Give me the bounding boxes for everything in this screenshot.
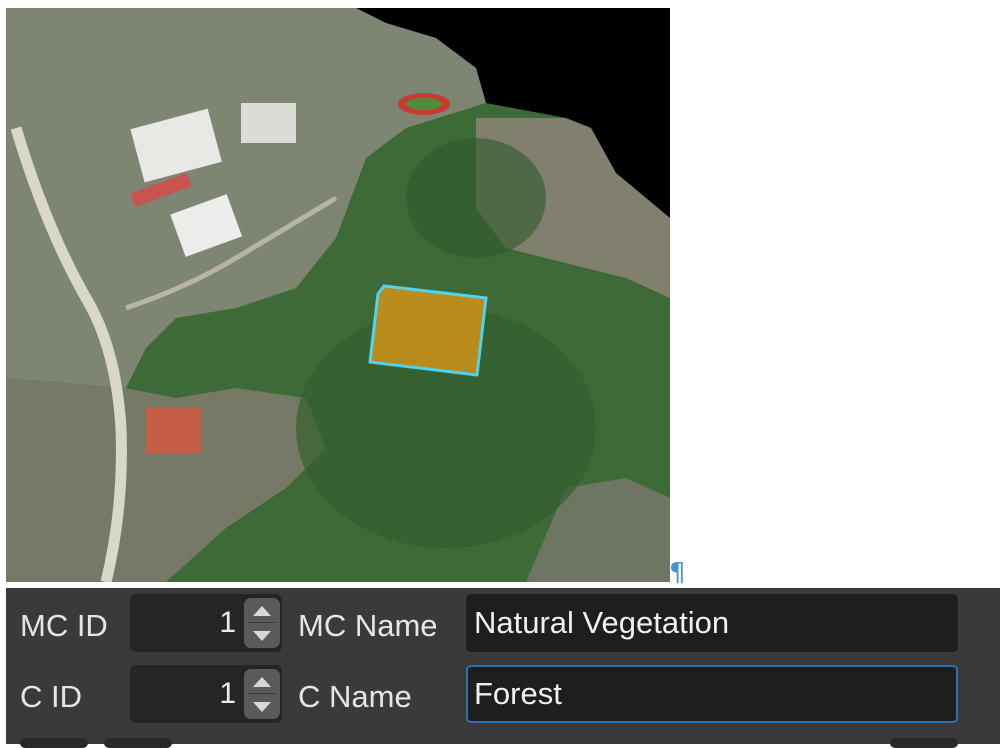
increment-button[interactable] <box>244 669 280 694</box>
c-id-spinbox[interactable]: 1 <box>130 665 282 723</box>
partial-button[interactable] <box>20 738 88 748</box>
selected-polygon[interactable] <box>368 284 488 377</box>
c-id-label: C ID <box>20 679 82 714</box>
chevron-up-icon <box>253 605 271 616</box>
track-field <box>406 98 442 110</box>
red-roof <box>146 408 201 453</box>
partial-button[interactable] <box>890 738 958 748</box>
mc-name-field[interactable]: Natural Vegetation <box>466 594 958 652</box>
pilcrow-mark: ¶ <box>669 558 686 588</box>
decrement-button[interactable] <box>244 694 280 719</box>
attribute-panel: MC ID 1 MC Name Natural Vegetation C ID … <box>6 588 1000 748</box>
forest-patch <box>406 138 546 258</box>
mc-id-label: MC ID <box>20 608 108 643</box>
c-id-value[interactable]: 1 <box>219 677 236 711</box>
mc-id-value[interactable]: 1 <box>219 606 236 640</box>
c-id-stepper[interactable] <box>244 669 280 719</box>
chevron-down-icon <box>253 701 271 712</box>
decrement-button[interactable] <box>244 623 280 648</box>
increment-button[interactable] <box>244 598 280 623</box>
partial-button[interactable] <box>104 738 172 748</box>
mc-name-label: MC Name <box>298 608 438 643</box>
mc-id-stepper[interactable] <box>244 598 280 648</box>
chevron-down-icon <box>253 630 271 641</box>
c-name-field[interactable]: Forest <box>466 665 958 723</box>
chevron-up-icon <box>253 676 271 687</box>
satellite-map[interactable] <box>6 8 670 582</box>
building <box>241 103 296 143</box>
mc-id-spinbox[interactable]: 1 <box>130 594 282 652</box>
c-name-label: C Name <box>298 679 412 714</box>
satellite-image <box>6 8 670 582</box>
